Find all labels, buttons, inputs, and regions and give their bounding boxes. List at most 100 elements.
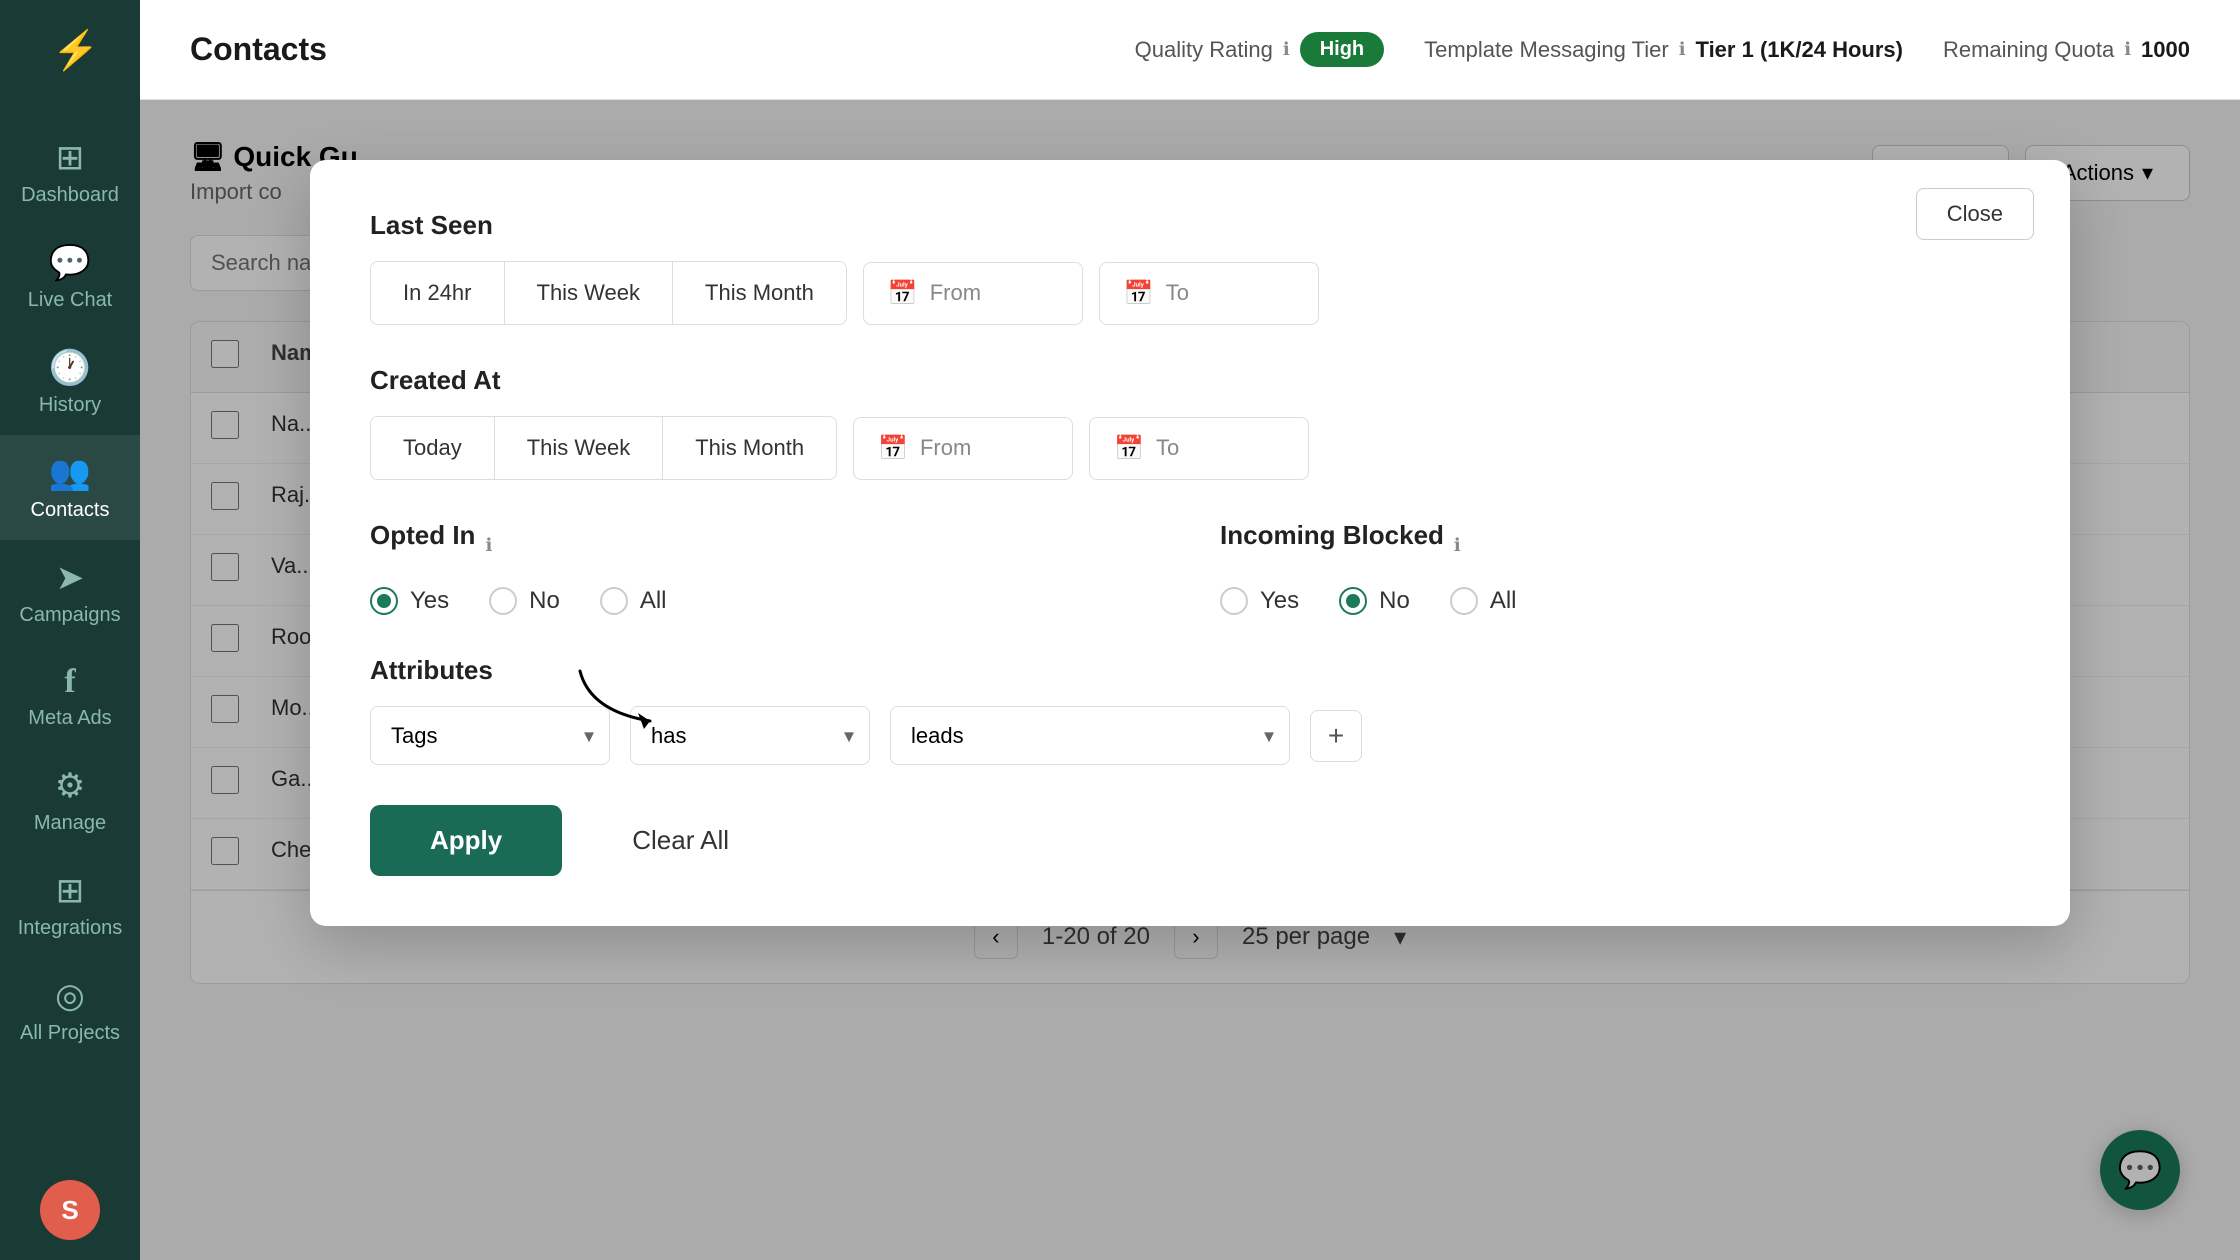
- opted-in-all-radio[interactable]: [600, 587, 628, 615]
- campaigns-icon: ➤: [56, 558, 85, 598]
- created-at-to-input[interactable]: 📅 To: [1089, 417, 1309, 480]
- opted-in-all[interactable]: All: [600, 587, 667, 615]
- messaging-tier-label: Template Messaging Tier: [1424, 37, 1669, 63]
- last-seen-in-24hr-button[interactable]: In 24hr: [371, 262, 505, 324]
- clear-all-button[interactable]: Clear All: [592, 805, 769, 876]
- created-at-label: Created At: [370, 365, 2010, 396]
- quality-badge: High: [1300, 32, 1384, 67]
- quota-info-icon[interactable]: ℹ: [2124, 39, 2131, 60]
- incoming-blocked-yes-radio[interactable]: [1220, 587, 1248, 615]
- opted-in-section: Opted In ℹ Yes No: [370, 520, 1160, 615]
- sidebar-logo: ⚡: [35, 20, 105, 90]
- content-area: 🖥 Quick Gu Import co Import Actions ▾: [140, 100, 2240, 1260]
- last-seen-from-label: From: [930, 280, 981, 306]
- livechat-icon: 💬: [49, 243, 91, 283]
- sidebar-item-meta-ads[interactable]: f Meta Ads: [0, 645, 140, 748]
- sidebar-item-all-projects[interactable]: ◎ All Projects: [0, 958, 140, 1063]
- last-seen-to-label: To: [1166, 280, 1189, 306]
- modal-close-button[interactable]: Close: [1916, 188, 2034, 240]
- sidebar-item-dashboard[interactable]: ⊞ Dashboard: [0, 120, 140, 225]
- sidebar-item-manage[interactable]: ⚙ Manage: [0, 748, 140, 853]
- sidebar-item-label: Manage: [34, 812, 106, 835]
- sidebar-item-label: Dashboard: [21, 184, 119, 207]
- attribute-value-select[interactable]: leads customers prospects: [890, 706, 1290, 765]
- sidebar-item-label: Contacts: [31, 499, 110, 522]
- sidebar-item-history[interactable]: 🕐 History: [0, 330, 140, 435]
- logo-icon: ⚡: [44, 25, 96, 86]
- add-attribute-button[interactable]: +: [1310, 710, 1362, 762]
- page-title: Contacts: [190, 31, 1135, 68]
- sidebar-item-label: All Projects: [20, 1022, 120, 1045]
- messaging-tier-info-icon[interactable]: ℹ: [1679, 39, 1686, 60]
- created-at-today-button[interactable]: Today: [371, 417, 495, 479]
- sidebar-item-campaigns[interactable]: ➤ Campaigns: [0, 540, 140, 645]
- opted-in-no[interactable]: No: [489, 587, 560, 615]
- created-at-this-month-button[interactable]: This Month: [663, 417, 836, 479]
- incoming-blocked-yes[interactable]: Yes: [1220, 587, 1299, 615]
- last-seen-this-week-button[interactable]: This Week: [505, 262, 674, 324]
- last-seen-section: Last Seen In 24hr This Week This Month 📅…: [370, 210, 2010, 325]
- attribute-value-wrapper: leads customers prospects: [890, 706, 1290, 765]
- last-seen-from-input[interactable]: 📅 From: [863, 262, 1083, 325]
- incoming-blocked-info-icon[interactable]: ℹ: [1454, 535, 1461, 556]
- modal-actions: Apply Clear All: [370, 805, 2010, 876]
- avatar[interactable]: S: [40, 1180, 100, 1240]
- sidebar-item-label: Live Chat: [28, 289, 113, 312]
- quality-rating: Quality Rating ℹ High: [1135, 32, 1384, 67]
- created-at-this-week-button[interactable]: This Week: [495, 417, 664, 479]
- dashboard-icon: ⊞: [56, 138, 85, 178]
- opted-in-radio-group: Yes No All: [370, 587, 1160, 615]
- history-icon: 🕐: [49, 348, 91, 388]
- incoming-blocked-radio-group: Yes No All: [1220, 587, 2010, 615]
- incoming-blocked-no-radio[interactable]: [1339, 587, 1367, 615]
- filter-modal: Close Last Seen In 24hr This Week This M…: [310, 160, 2070, 926]
- calendar-icon: 📅: [888, 279, 918, 308]
- calendar-icon: 📅: [1114, 434, 1144, 463]
- sidebar-item-label: History: [39, 394, 101, 417]
- created-at-to-label: To: [1156, 435, 1179, 461]
- messaging-tier: Template Messaging Tier ℹ Tier 1 (1K/24 …: [1424, 37, 1903, 63]
- integrations-icon: ⊞: [56, 871, 85, 911]
- opted-in-info-icon[interactable]: ℹ: [485, 535, 492, 556]
- arrow-annotation: [570, 661, 690, 741]
- incoming-blocked-no[interactable]: No: [1339, 587, 1410, 615]
- incoming-blocked-label: Incoming Blocked: [1220, 520, 1444, 551]
- top-bar-meta: Quality Rating ℹ High Template Messaging…: [1135, 32, 2190, 67]
- opted-in-no-label: No: [529, 587, 560, 615]
- incoming-blocked-all-radio[interactable]: [1450, 587, 1478, 615]
- contacts-icon: 👥: [49, 453, 91, 493]
- last-seen-label: Last Seen: [370, 210, 2010, 241]
- apply-button[interactable]: Apply: [370, 805, 562, 876]
- incoming-blocked-all[interactable]: All: [1450, 587, 1517, 615]
- quality-info-icon[interactable]: ℹ: [1283, 39, 1290, 60]
- created-at-row: Today This Week This Month 📅 From 📅 To: [370, 416, 2010, 480]
- sidebar-item-label: Integrations: [18, 917, 123, 940]
- svg-text:⚡: ⚡: [52, 28, 96, 73]
- quality-rating-label: Quality Rating: [1135, 37, 1273, 63]
- last-seen-to-input[interactable]: 📅 To: [1099, 262, 1319, 325]
- opted-in-label: Opted In: [370, 520, 475, 551]
- sidebar-item-contacts[interactable]: 👥 Contacts: [0, 435, 140, 540]
- all-projects-icon: ◎: [55, 976, 85, 1016]
- opted-in-yes[interactable]: Yes: [370, 587, 449, 615]
- opted-in-all-label: All: [640, 587, 667, 615]
- remaining-quota: Remaining Quota ℹ 1000: [1943, 37, 2190, 63]
- last-seen-this-month-button[interactable]: This Month: [673, 262, 846, 324]
- created-at-btn-group: Today This Week This Month: [370, 416, 837, 480]
- meta-ads-icon: f: [64, 663, 75, 701]
- incoming-blocked-yes-label: Yes: [1260, 587, 1299, 615]
- sidebar: ⚡ ⊞ Dashboard 💬 Live Chat 🕐 History 👥 Co…: [0, 0, 140, 1260]
- created-at-from-input[interactable]: 📅 From: [853, 417, 1073, 480]
- opted-incoming-row: Opted In ℹ Yes No: [370, 520, 2010, 615]
- sidebar-item-label: Campaigns: [19, 604, 120, 627]
- app-container: ⚡ ⊞ Dashboard 💬 Live Chat 🕐 History 👥 Co…: [0, 0, 2240, 1260]
- sidebar-item-live-chat[interactable]: 💬 Live Chat: [0, 225, 140, 330]
- manage-icon: ⚙: [55, 766, 85, 806]
- top-bar: Contacts Quality Rating ℹ High Template …: [140, 0, 2240, 100]
- created-at-section: Created At Today This Week This Month 📅 …: [370, 365, 2010, 480]
- opted-in-yes-radio[interactable]: [370, 587, 398, 615]
- incoming-blocked-no-label: No: [1379, 587, 1410, 615]
- last-seen-row: In 24hr This Week This Month 📅 From 📅 To: [370, 261, 2010, 325]
- opted-in-no-radio[interactable]: [489, 587, 517, 615]
- sidebar-item-integrations[interactable]: ⊞ Integrations: [0, 853, 140, 958]
